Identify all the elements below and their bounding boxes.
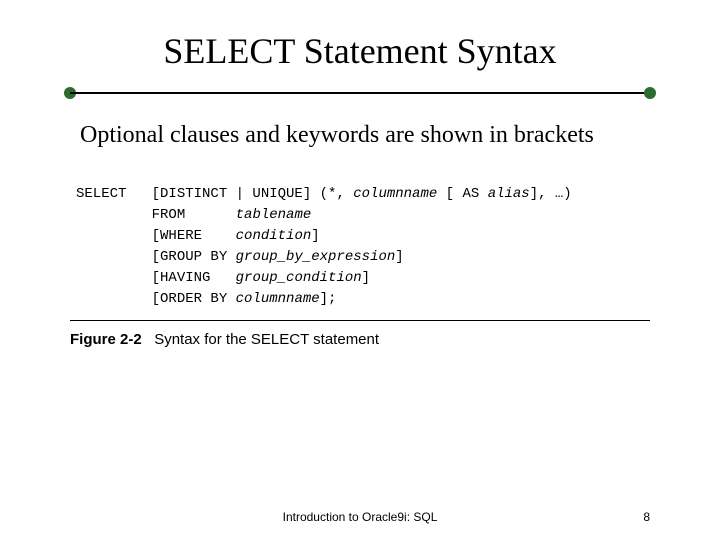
code-l6a: [ORDER BY — [76, 291, 236, 307]
code-l4b: group_by_expression — [236, 249, 396, 265]
code-l1c: [ AS — [437, 186, 487, 202]
code-l4c: ] — [395, 249, 403, 265]
code-l5c: ] — [362, 270, 370, 286]
title-divider — [70, 86, 650, 100]
code-l2a: FROM — [76, 207, 236, 223]
slide: SELECT Statement Syntax Optional clauses… — [0, 0, 720, 540]
code-l3b: condition — [236, 228, 312, 244]
code-l5b: group_condition — [236, 270, 362, 286]
code-l3a: [WHERE — [76, 228, 236, 244]
code-figure: SELECT [DISTINCT | UNIQUE] (*, columnnam… — [70, 174, 650, 348]
code-l1d: alias — [488, 186, 530, 202]
code-l2b: tablename — [236, 207, 312, 223]
figure-label: Figure 2-2 — [70, 331, 142, 348]
code-block: SELECT [DISTINCT | UNIQUE] (*, columnnam… — [70, 174, 650, 321]
footer-page-number: 8 — [643, 510, 650, 524]
code-l1e: ], …) — [530, 186, 572, 202]
body-paragraph: Optional clauses and keywords are shown … — [80, 120, 640, 150]
code-l1a: SELECT [DISTINCT | UNIQUE] (*, — [76, 186, 353, 202]
divider-line — [70, 92, 650, 94]
divider-dot-right — [644, 87, 656, 99]
code-l5a: [HAVING — [76, 270, 236, 286]
figure-caption-text: Syntax for the SELECT statement — [154, 331, 379, 348]
code-l4a: [GROUP BY — [76, 249, 236, 265]
slide-title: SELECT Statement Syntax — [0, 0, 720, 72]
code-l3c: ] — [311, 228, 319, 244]
footer-center-text: Introduction to Oracle9i: SQL — [0, 510, 720, 524]
code-l6c: ]; — [320, 291, 337, 307]
code-l6b: columnname — [236, 291, 320, 307]
figure-caption: Figure 2-2 Syntax for the SELECT stateme… — [70, 331, 650, 348]
code-l1b: columnname — [353, 186, 437, 202]
